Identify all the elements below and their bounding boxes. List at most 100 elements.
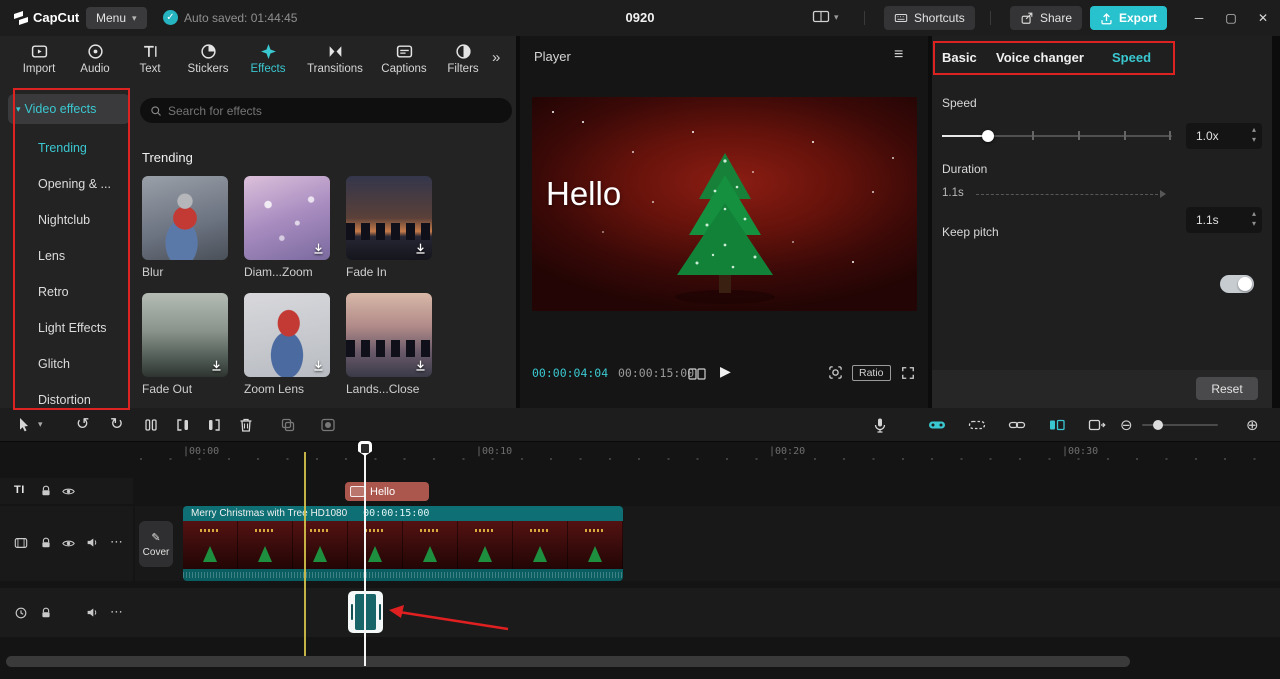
split-icon[interactable]: [143, 417, 159, 433]
tab-voice-changer[interactable]: Voice changer: [996, 50, 1084, 65]
fullscreen-icon[interactable]: [901, 366, 915, 380]
export-button[interactable]: Export: [1090, 6, 1168, 30]
filmstrip-frame: [513, 521, 568, 569]
select-tool-icon[interactable]: [16, 417, 32, 433]
effect-clip-right-handle[interactable]: [376, 591, 383, 633]
lock-icon[interactable]: [40, 537, 52, 549]
category-opening[interactable]: Opening & ...: [8, 166, 130, 202]
delete-icon[interactable]: [238, 417, 254, 433]
export-icon: [1100, 12, 1113, 25]
speaker-icon[interactable]: [86, 536, 99, 549]
delete-right-icon[interactable]: [206, 417, 222, 433]
effects-search-bar[interactable]: [140, 98, 512, 123]
player-menu-icon[interactable]: ≡: [894, 46, 903, 64]
effect-card[interactable]: Fade Out: [142, 293, 228, 396]
category-glitch[interactable]: Glitch: [8, 346, 130, 382]
redo-icon[interactable]: ↻: [110, 414, 123, 434]
expand-tabs-icon[interactable]: »: [492, 49, 500, 66]
timeline-zoom-knob[interactable]: [1153, 420, 1163, 430]
select-tool-caret-icon[interactable]: ▾: [38, 419, 43, 430]
stepper-down-icon[interactable]: ▾: [1252, 219, 1256, 229]
keep-pitch-toggle[interactable]: [1220, 275, 1254, 293]
stepper-up-icon[interactable]: ▴: [1252, 125, 1256, 135]
lock-icon[interactable]: [40, 607, 52, 619]
tab-transitions[interactable]: Transitions: [298, 36, 372, 75]
duplicate-icon[interactable]: [280, 417, 296, 433]
zoom-in-icon[interactable]: ⊕: [1246, 416, 1259, 434]
speed-value-box[interactable]: 1.0x ▴ ▾: [1186, 123, 1262, 149]
category-nightclub[interactable]: Nightclub: [8, 202, 130, 238]
tab-import[interactable]: Import: [10, 36, 68, 75]
frame-by-frame-icon[interactable]: [688, 367, 706, 381]
record-voiceover-icon[interactable]: [872, 417, 888, 433]
link-toggle-icon[interactable]: [1008, 417, 1026, 433]
effect-card[interactable]: Lands...Close: [346, 293, 432, 396]
preview-text-overlay[interactable]: Hello: [546, 175, 621, 213]
ratio-button[interactable]: Ratio: [852, 365, 891, 381]
tab-filters[interactable]: Filters: [436, 36, 490, 75]
tab-speed[interactable]: Speed: [1112, 50, 1151, 65]
stepper-down-icon[interactable]: ▾: [1252, 135, 1256, 145]
timeline-scrollbar[interactable]: [6, 656, 1130, 667]
snap-toggle-icon[interactable]: [968, 417, 986, 433]
download-icon[interactable]: [414, 359, 427, 372]
share-button[interactable]: Share: [1010, 6, 1083, 30]
text-clip[interactable]: Hello: [345, 482, 429, 501]
track-height-toggle-icon[interactable]: [1088, 417, 1106, 433]
speed-stepper[interactable]: ▴ ▾: [1252, 125, 1256, 145]
speaker-icon[interactable]: [86, 606, 99, 619]
undo-icon[interactable]: ↺: [76, 414, 89, 434]
eye-icon[interactable]: [62, 485, 75, 498]
download-icon[interactable]: [312, 359, 325, 372]
effect-card[interactable]: Fade In: [346, 176, 432, 279]
snapshot-icon[interactable]: [828, 365, 843, 380]
effect-clip-left-handle[interactable]: [348, 591, 355, 633]
video-clip[interactable]: Merry Christmas with Tree HD1080 00:00:1…: [183, 506, 623, 581]
stepper-up-icon[interactable]: ▴: [1252, 209, 1256, 219]
effect-card[interactable]: Diam...Zoom: [244, 176, 330, 279]
play-button[interactable]: ▶: [720, 363, 731, 380]
duration-value-box[interactable]: 1.1s ▴ ▾: [1186, 207, 1262, 233]
mask-icon[interactable]: [320, 417, 336, 433]
tab-captions[interactable]: Captions: [372, 36, 436, 75]
menu-button[interactable]: Menu ▾: [86, 7, 147, 29]
download-icon[interactable]: [312, 242, 325, 255]
effect-card[interactable]: Blur: [142, 176, 228, 279]
duration-stepper[interactable]: ▴ ▾: [1252, 209, 1256, 229]
close-button[interactable]: ✕: [1250, 6, 1276, 30]
category-video-effects[interactable]: ▾ Video effects: [8, 94, 130, 124]
reset-button[interactable]: Reset: [1196, 377, 1258, 400]
playhead-handle[interactable]: [358, 441, 372, 456]
cover-button[interactable]: ✎ Cover: [139, 521, 173, 567]
tab-audio[interactable]: Audio: [68, 36, 122, 75]
more-options-icon[interactable]: ⋯: [110, 534, 123, 550]
preview-axis-toggle-icon[interactable]: [1048, 417, 1066, 433]
download-icon[interactable]: [210, 359, 223, 372]
category-lens[interactable]: Lens: [8, 238, 130, 274]
shortcuts-button[interactable]: Shortcuts: [884, 6, 975, 30]
minimize-button[interactable]: ─: [1186, 6, 1212, 30]
tab-basic[interactable]: Basic: [942, 50, 977, 65]
category-light-effects[interactable]: Light Effects: [8, 310, 130, 346]
titlebar-separator: [990, 11, 991, 25]
tab-effects[interactable]: Effects: [238, 36, 298, 75]
more-options-icon[interactable]: ⋯: [110, 604, 123, 620]
lock-icon[interactable]: [40, 485, 52, 497]
video-clip-duration: 00:00:15:00: [363, 508, 430, 519]
maximize-button[interactable]: ▢: [1218, 6, 1244, 30]
tab-text[interactable]: Text: [122, 36, 178, 75]
keep-pitch-label: Keep pitch: [942, 225, 999, 239]
display-mode-button[interactable]: ▾: [812, 9, 839, 25]
download-icon[interactable]: [414, 242, 427, 255]
zoom-out-icon[interactable]: ⊖: [1120, 416, 1133, 434]
tab-stickers[interactable]: Stickers: [178, 36, 238, 75]
speed-slider-knob[interactable]: [982, 130, 994, 142]
delete-left-icon[interactable]: [175, 417, 191, 433]
ruler-ticks[interactable]: [140, 458, 1272, 460]
category-trending[interactable]: Trending: [8, 130, 130, 166]
eye-icon[interactable]: [62, 537, 75, 550]
effect-card[interactable]: Zoom Lens: [244, 293, 330, 396]
search-input[interactable]: [168, 103, 468, 118]
magnet-toggle-icon[interactable]: [928, 417, 946, 433]
category-retro[interactable]: Retro: [8, 274, 130, 310]
